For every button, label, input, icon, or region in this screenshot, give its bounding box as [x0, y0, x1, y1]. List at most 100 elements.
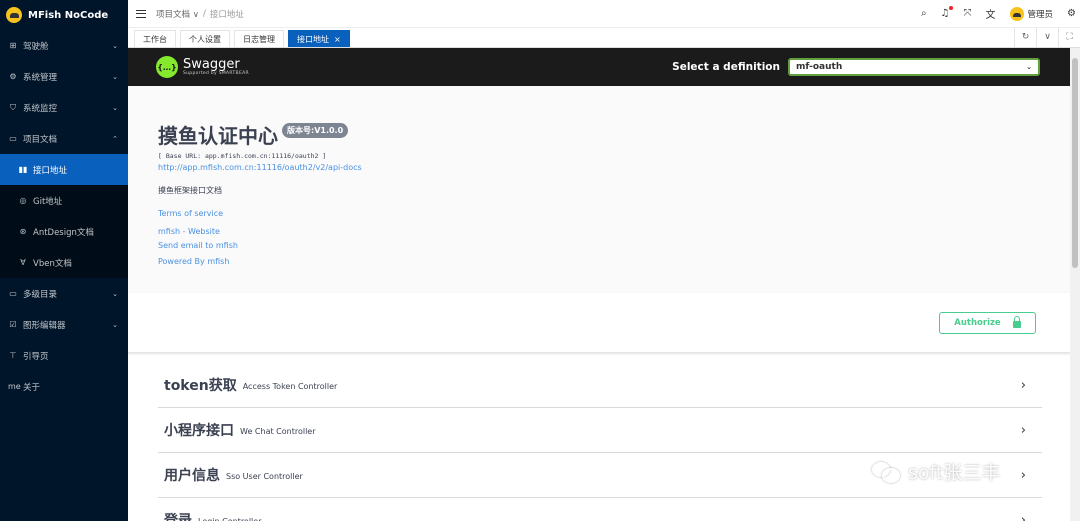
chevron-up-icon: ⌃ [112, 134, 118, 143]
chevron-right-icon[interactable]: › [1021, 468, 1026, 483]
sidebar-item-label: 系统管理 [23, 72, 58, 83]
menu-toggle-icon[interactable] [136, 9, 146, 18]
tab-label: 个人设置 [189, 34, 221, 44]
api-title: 摸鱼认证中心 [158, 124, 278, 148]
hammer-icon: ⊤ [9, 351, 17, 360]
sidebar-item-10[interactable]: ⊤ 引导页 [0, 340, 128, 371]
tab-list: 工作台 个人设置 日志管理 接口地址 × [134, 27, 354, 47]
watermark-text: soft张三丰 [908, 462, 1001, 484]
sidebar-item-2[interactable]: ⛉ 系统监控 ⌄ [0, 92, 128, 123]
tab-3[interactable]: 接口地址 × [288, 30, 350, 47]
tab-label: 工作台 [143, 34, 167, 44]
sidebar-item-label: Vben文档 [33, 258, 72, 269]
tab-label: 接口地址 [297, 34, 329, 44]
sidebar-item-3[interactable]: ▭ 项目文档 ⌃ [0, 123, 128, 154]
wechat-icon [870, 460, 904, 484]
operation-groups: token获取 Access Token Controller › 小程序接口 We C… [128, 353, 1070, 521]
swagger-logo-icon: {…} [156, 56, 178, 78]
app-logo-icon [6, 7, 22, 23]
tab-tools: ↻ ∨ ⛶ [1014, 27, 1080, 47]
operation-group-description: We Chat Controller [240, 426, 316, 436]
definition-select[interactable]: mf-oauth ⌄ [788, 58, 1040, 76]
book-open-icon: ▮▮ [18, 165, 28, 174]
operation-group[interactable]: 登录 Login Controller › [158, 498, 1042, 521]
sidebar-item-5[interactable]: ◎ Git地址 [0, 185, 128, 216]
tab-dropdown-icon[interactable]: ∨ [1036, 27, 1058, 47]
tab-bar: 工作台 个人设置 日志管理 接口地址 × ↻ ∨ ⛶ [128, 27, 1080, 48]
book-icon: ▭ [9, 134, 17, 143]
scrollbar-thumb[interactable] [1072, 58, 1078, 268]
operation-group-description: Sso User Controller [226, 471, 303, 481]
swagger-topbar: {…} Swagger Supported by SMARTBEAR Selec… [128, 48, 1070, 86]
fullscreen-icon[interactable]: ⤧ [964, 8, 972, 19]
chevron-right-icon[interactable]: › [1021, 378, 1026, 393]
github-icon: ◎ [19, 196, 27, 205]
expand-icon[interactable]: ⛶ [1058, 27, 1080, 47]
authorize-bar: Authorize [128, 293, 1070, 353]
operation-group-name: 登录 [164, 513, 192, 521]
api-title-row: 摸鱼认证中心 版本号:V1.0.0 [158, 120, 1040, 149]
terms-of-service-link[interactable]: Terms of service [158, 209, 1040, 218]
authorize-button[interactable]: Authorize [939, 311, 1036, 334]
swagger-brand-sub: Supported by SMARTBEAR [183, 71, 249, 76]
breadcrumb-parent[interactable]: 项目文档 ∨ [156, 8, 199, 20]
chevron-down-icon: ⌄ [1026, 63, 1032, 71]
edit-icon: ☑ [9, 320, 17, 329]
sidebar-item-6[interactable]: ⊛ AntDesign文档 [0, 216, 128, 247]
authorize-label: Authorize [954, 317, 1001, 328]
base-url: [ Base URL: app.mfish.com.cn:11116/oauth… [158, 152, 327, 160]
operation-group-name: 用户信息 [164, 468, 220, 484]
vue-icon: ∀ [20, 258, 26, 267]
sidebar-item-label: 项目文档 [23, 134, 58, 145]
api-description: 摸鱼框架接口文档 [158, 186, 222, 195]
sidebar-item-8[interactable]: ▭ 多级目录 ⌄ [0, 278, 128, 309]
sidebar-item-label: 引导页 [23, 351, 49, 362]
definition-label: Select a definition [672, 61, 780, 73]
sidebar-item-9[interactable]: ☑ 图形编辑器 ⌄ [0, 309, 128, 340]
sidebar-menu: ⊞ 驾驶舱 ⌄ ⚙ 系统管理 ⌄ ⛉ 系统监控 ⌄ ▭ 项目文档 ⌃ ▮▮ 接口地址 ◎ Git地址 ⊛ AntD… [0, 30, 128, 402]
swagger-brand[interactable]: Swagger Supported by SMARTBEAR [183, 58, 249, 76]
api-docs-link[interactable]: http://app.mfish.com.cn:11116/oauth2/v2/… [158, 163, 1040, 172]
user-name[interactable]: 管理员 [1028, 8, 1054, 20]
sidebar-item-0[interactable]: ⊞ 驾驶舱 ⌄ [0, 30, 128, 61]
bell-icon[interactable]: ♫ [941, 6, 953, 19]
definition-select-value: mf-oauth [796, 62, 843, 72]
sidebar-item-11[interactable]: me 关于 [0, 371, 128, 402]
search-icon[interactable]: ⌕ [921, 8, 927, 19]
tab-0[interactable]: 工作台 [134, 30, 176, 47]
chevron-down-icon: ⌄ [112, 72, 118, 81]
sidebar: MFish NoCode ⊞ 驾驶舱 ⌄ ⚙ 系统管理 ⌄ ⛉ 系统监控 ⌄ ▭ 项目文档 ⌃ ▮▮ 接口… [0, 0, 128, 521]
app-logo-row[interactable]: MFish NoCode [0, 0, 128, 30]
sidebar-item-label: 图形编辑器 [23, 320, 66, 331]
chevron-right-icon[interactable]: › [1021, 513, 1026, 521]
sidebar-item-7[interactable]: ∀ Vben文档 [0, 247, 128, 278]
powered-by-link[interactable]: Powered By mfish [158, 257, 1040, 266]
settings-icon[interactable]: ⚙ [1067, 8, 1076, 19]
operation-group-name: 小程序接口 [164, 423, 234, 439]
tab-1[interactable]: 个人设置 [180, 30, 230, 47]
close-icon[interactable]: × [334, 35, 341, 44]
avatar[interactable] [1009, 6, 1024, 21]
top-header: 项目文档 ∨ / 接口地址 ⌕ ♫ ⤧ 文 管理员 ⚙ [128, 0, 1080, 28]
chevron-down-icon: ⌄ [112, 320, 118, 329]
operation-group-description: Login Controller [198, 516, 262, 521]
version-badge: 版本号:V1.0.0 [282, 123, 349, 138]
sidebar-item-1[interactable]: ⚙ 系统管理 ⌄ [0, 61, 128, 92]
email-link[interactable]: Send email to mfish [158, 241, 1040, 250]
translate-icon[interactable]: 文 [986, 6, 996, 21]
tab-2[interactable]: 日志管理 [234, 30, 284, 47]
chevron-right-icon[interactable]: › [1021, 423, 1026, 438]
gear-icon: ⚙ [9, 72, 17, 81]
website-link[interactable]: mfish - Website [158, 227, 1040, 236]
operation-group[interactable]: token获取 Access Token Controller › [158, 363, 1042, 408]
sidebar-item-label: 驾驶舱 [23, 41, 49, 52]
operation-group[interactable]: 小程序接口 We Chat Controller › [158, 408, 1042, 453]
refresh-icon[interactable]: ↻ [1014, 27, 1036, 47]
sidebar-item-4[interactable]: ▮▮ 接口地址 [0, 154, 128, 185]
app-title: MFish NoCode [28, 9, 109, 21]
content-scrollbar[interactable] [1070, 48, 1080, 521]
monitor-icon: ⛉ [10, 102, 16, 112]
tab-label: 日志管理 [243, 34, 275, 44]
watermark: soft张三丰 [870, 458, 1000, 485]
chevron-down-icon: ⌄ [112, 103, 118, 112]
